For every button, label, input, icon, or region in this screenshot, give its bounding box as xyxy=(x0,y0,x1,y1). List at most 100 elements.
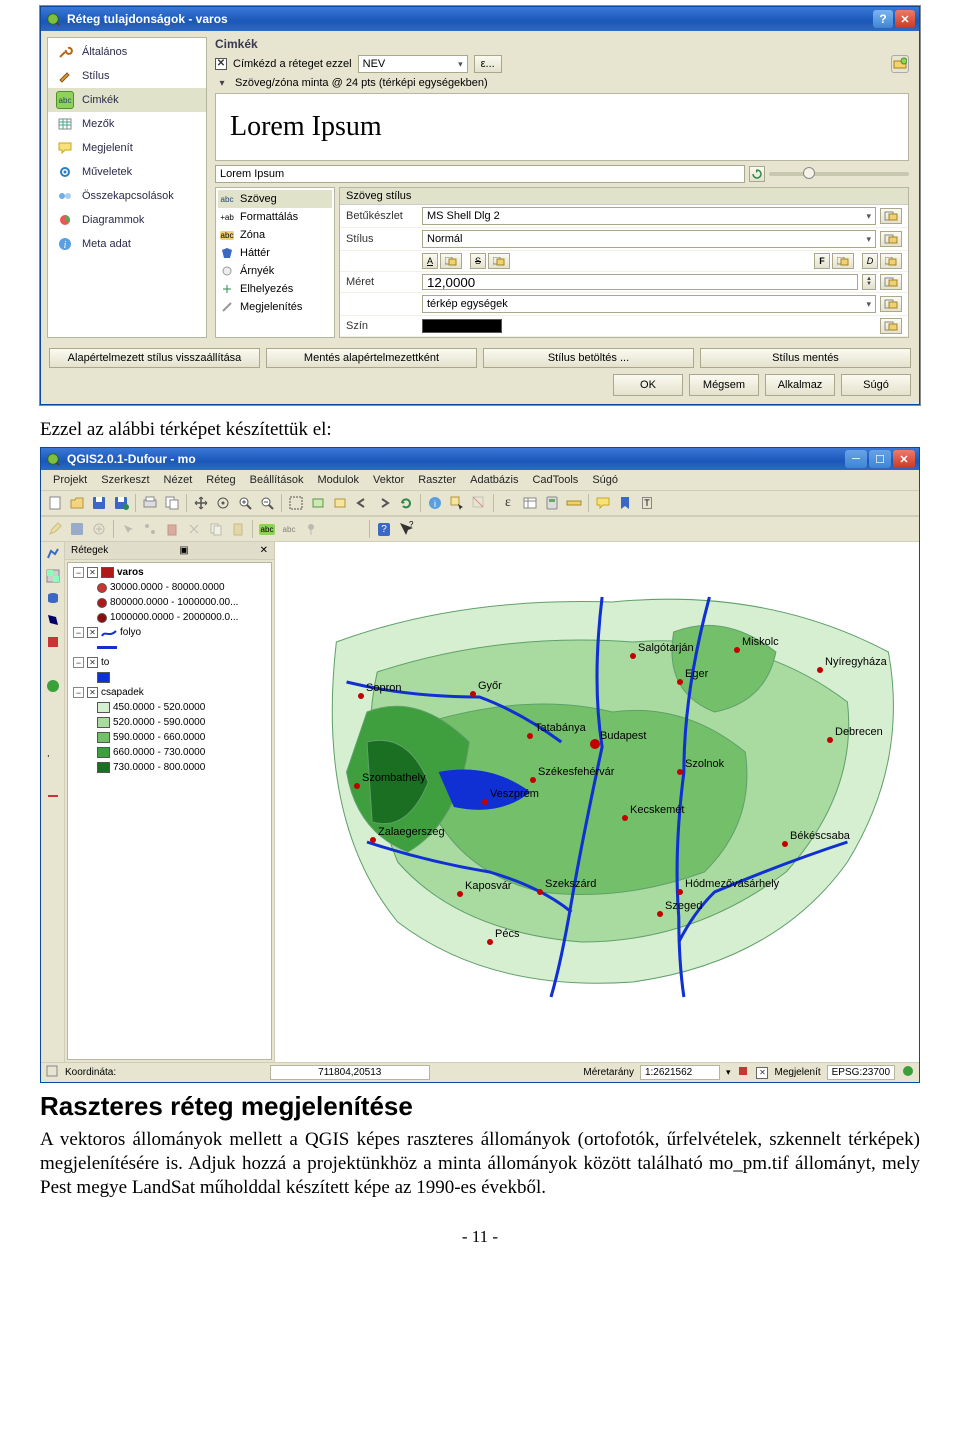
layer-checkbox[interactable] xyxy=(87,687,98,698)
move-feature-icon[interactable] xyxy=(118,519,138,539)
add-feature-icon[interactable] xyxy=(89,519,109,539)
deselect-icon[interactable] xyxy=(469,493,489,513)
add-vector-icon[interactable] xyxy=(43,544,63,564)
underline-toggle[interactable]: A xyxy=(422,253,438,269)
expand-icon[interactable]: − xyxy=(73,627,84,638)
data-defined-button[interactable] xyxy=(880,231,902,247)
zoom-out-icon[interactable] xyxy=(257,493,277,513)
menu-raster[interactable]: Raszter xyxy=(412,472,462,488)
paste-icon[interactable] xyxy=(228,519,248,539)
zoom-in-icon[interactable] xyxy=(235,493,255,513)
color-picker[interactable] xyxy=(422,319,502,333)
preview-reset-button[interactable] xyxy=(749,166,765,182)
text-annotation-icon[interactable]: T xyxy=(637,493,657,513)
close-button[interactable]: ✕ xyxy=(893,450,915,468)
sidebar-item-labels[interactable]: abc Cimkék xyxy=(48,88,206,112)
strikethrough-toggle[interactable]: S xyxy=(470,253,486,269)
zoom-next-icon[interactable] xyxy=(374,493,394,513)
cancel-button[interactable]: Mégsem xyxy=(689,374,759,396)
close-button[interactable]: ✕ xyxy=(895,10,915,28)
menu-database[interactable]: Adatbázis xyxy=(464,472,524,488)
layer-checkbox[interactable] xyxy=(87,657,98,668)
whatsthis-icon[interactable]: ? xyxy=(396,519,416,539)
layer-checkbox[interactable] xyxy=(87,567,98,578)
maximize-button[interactable]: ☐ xyxy=(869,450,891,468)
edit-toggle-icon[interactable] xyxy=(45,519,65,539)
add-wfs-icon[interactable] xyxy=(43,720,63,740)
data-defined-button[interactable] xyxy=(880,274,902,290)
remove-layer-icon[interactable] xyxy=(43,786,63,806)
add-wcs-icon[interactable] xyxy=(43,698,63,718)
load-style-button[interactable]: Stílus betöltés ... xyxy=(483,348,694,368)
data-defined-button[interactable] xyxy=(880,208,902,224)
sidebar-item-joins[interactable]: Összekapcsolások xyxy=(48,184,206,208)
field-calculator-icon[interactable] xyxy=(542,493,562,513)
restore-default-style-button[interactable]: Alapértelmezett stílus visszaállítása xyxy=(49,348,260,368)
data-defined-button[interactable] xyxy=(880,318,902,334)
size-spinner[interactable]: ▲▼ xyxy=(862,274,876,290)
subtab-text[interactable]: abcSzöveg xyxy=(218,190,332,208)
menu-settings[interactable]: Beállítások xyxy=(244,472,310,488)
bookmarks-icon[interactable] xyxy=(615,493,635,513)
sidebar-item-style[interactable]: Stílus xyxy=(48,64,206,88)
add-wms-icon[interactable] xyxy=(43,676,63,696)
menu-project[interactable]: Projekt xyxy=(47,472,93,488)
save-project-icon[interactable] xyxy=(89,493,109,513)
new-shapefile-icon[interactable] xyxy=(43,764,63,784)
menu-vector[interactable]: Vektor xyxy=(367,472,410,488)
font-combo[interactable]: MS Shell Dlg 2▾ xyxy=(422,207,876,225)
scale-dropdown-icon[interactable]: ▾ xyxy=(726,1067,731,1078)
stop-render-icon[interactable] xyxy=(736,1064,750,1081)
ok-button[interactable]: OK xyxy=(613,374,683,396)
font-style-combo[interactable]: Normál▾ xyxy=(422,230,876,248)
titlebar[interactable]: QGIS2.0.1-Dufour - mo ─ ☐ ✕ xyxy=(41,448,919,470)
expression-button[interactable]: ε... xyxy=(474,55,502,73)
map-tips-icon[interactable] xyxy=(593,493,613,513)
bold-toggle[interactable]: F xyxy=(814,253,830,269)
attribute-table-icon[interactable] xyxy=(520,493,540,513)
open-project-icon[interactable] xyxy=(67,493,87,513)
layer-tree[interactable]: −varos30000.0000 - 80000.0000800000.0000… xyxy=(67,562,272,1060)
new-project-icon[interactable] xyxy=(45,493,65,513)
zoom-selection-icon[interactable] xyxy=(330,493,350,513)
label-tool-icon[interactable]: abc xyxy=(279,519,299,539)
zoom-last-icon[interactable] xyxy=(352,493,372,513)
coord-field[interactable]: 711804,20513 xyxy=(270,1065,430,1080)
pan-to-selection-icon[interactable] xyxy=(213,493,233,513)
toggle-extents-icon[interactable] xyxy=(45,1064,59,1081)
undock-icon[interactable]: ▣ xyxy=(179,545,188,556)
zoom-full-icon[interactable] xyxy=(286,493,306,513)
sidebar-item-display[interactable]: Megjelenít xyxy=(48,136,206,160)
apply-button[interactable]: Alkalmaz xyxy=(765,374,835,396)
label-pin-icon[interactable] xyxy=(301,519,321,539)
subtab-placement[interactable]: Elhelyezés xyxy=(218,280,332,298)
data-defined-button[interactable] xyxy=(832,253,854,269)
add-spatialite-icon[interactable] xyxy=(43,610,63,630)
save-as-default-button[interactable]: Mentés alapértelmezettként xyxy=(266,348,477,368)
label-rotate-icon[interactable] xyxy=(345,519,365,539)
save-edits-icon[interactable] xyxy=(67,519,87,539)
identify-icon[interactable]: i xyxy=(425,493,445,513)
add-postgis-icon[interactable] xyxy=(43,588,63,608)
sidebar-item-metadata[interactable]: i Meta adat xyxy=(48,232,206,256)
expression-icon[interactable]: ε xyxy=(498,493,518,513)
layer-name[interactable]: folyo xyxy=(120,627,141,638)
scale-field[interactable]: 1:2621562 xyxy=(640,1065,720,1080)
size-units-combo[interactable]: térkép egységek▾ xyxy=(422,295,876,313)
save-style-button[interactable]: Stílus mentés xyxy=(700,348,911,368)
add-oracle-icon[interactable] xyxy=(43,654,63,674)
crs-field[interactable]: EPSG:23700 xyxy=(827,1065,895,1080)
layer-name[interactable]: csapadek xyxy=(101,687,144,698)
menu-layer[interactable]: Réteg xyxy=(200,472,241,488)
size-input[interactable] xyxy=(422,274,858,290)
save-as-icon[interactable] xyxy=(111,493,131,513)
subtab-formatting[interactable]: +abFormattálás xyxy=(218,208,332,226)
subtab-shadow[interactable]: Árnyék xyxy=(218,262,332,280)
preview-size-slider[interactable] xyxy=(769,172,909,176)
abc-label-icon[interactable]: abc xyxy=(257,519,277,539)
layer-name[interactable]: to xyxy=(101,657,109,668)
sidebar-item-actions[interactable]: Műveletek xyxy=(48,160,206,184)
help-button[interactable]: Súgó xyxy=(841,374,911,396)
menu-plugins[interactable]: Modulok xyxy=(311,472,365,488)
subtab-buffer[interactable]: abcZóna xyxy=(218,226,332,244)
